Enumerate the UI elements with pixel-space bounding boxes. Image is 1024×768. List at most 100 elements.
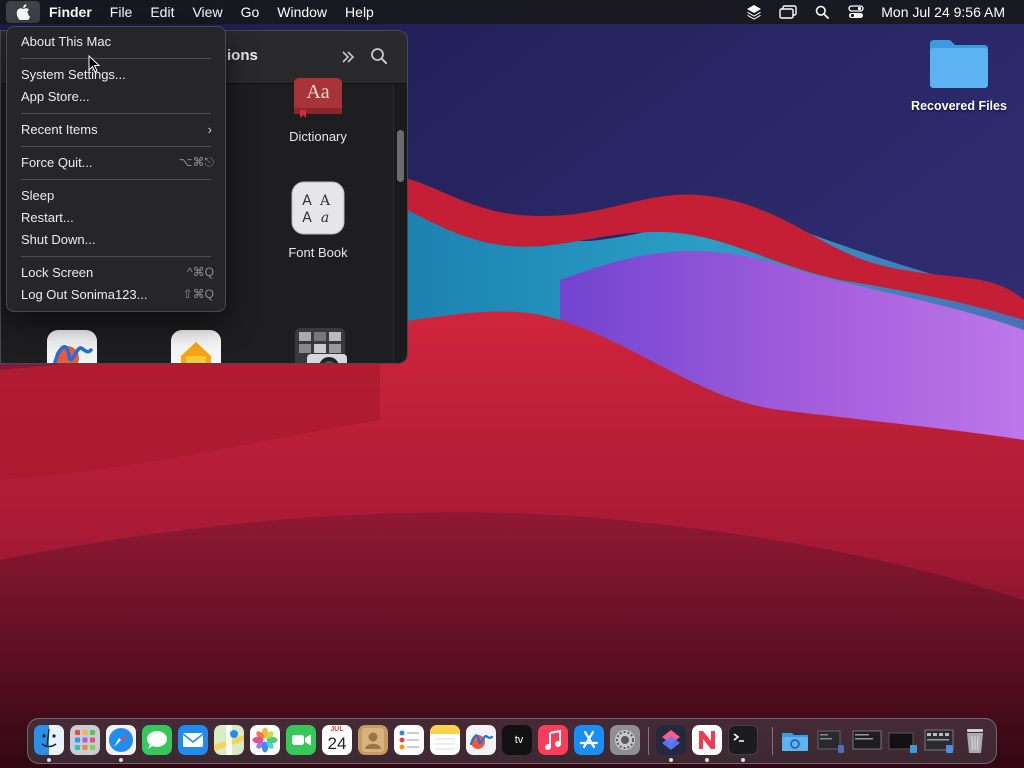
running-indicator <box>669 758 673 762</box>
shortcuts-icon[interactable] <box>656 725 686 755</box>
menu-item-label: Shut Down... <box>21 232 96 247</box>
menu-shortcut: ^⌘Q <box>187 265 214 279</box>
menu-item-label: Restart... <box>21 210 74 225</box>
screens-icon[interactable] <box>771 0 805 24</box>
menu-shortcut: ⌥⌘⎋ <box>178 155 214 169</box>
font-book-icon: A A A a <box>291 181 345 235</box>
reminders-icon[interactable] <box>394 725 424 755</box>
menu-item-restart[interactable]: Restart... <box>12 207 220 228</box>
menu-item-label: Sleep <box>21 188 55 203</box>
calendar-icon[interactable]: JUL 24 <box>322 725 352 755</box>
contacts-icon[interactable] <box>358 725 388 755</box>
terminal-icon[interactable] <box>728 725 758 755</box>
app-image-capture[interactable] <box>265 328 375 363</box>
menu-go[interactable]: Go <box>232 0 269 24</box>
apple-tv-label: tv <box>514 734 524 746</box>
launchpad-icon[interactable] <box>70 725 100 755</box>
finder-search-icon[interactable] <box>369 46 389 66</box>
desktop-folder-recovered-files[interactable]: Recovered Files <box>905 36 1013 113</box>
running-indicator <box>741 758 745 762</box>
finder-scrollbar[interactable] <box>393 84 407 363</box>
menu-app-name[interactable]: Finder <box>40 0 101 24</box>
menu-item-label: Log Out Sonima123... <box>21 287 148 302</box>
finder-title: ions <box>227 47 258 64</box>
layers-icon[interactable] <box>737 0 771 24</box>
calendar-day: 24 <box>327 734 347 753</box>
control-center-icon[interactable] <box>839 0 873 24</box>
app-store-icon[interactable] <box>574 725 604 755</box>
search-icon[interactable] <box>805 0 839 24</box>
apple-menu: About This Mac System Settings... App St… <box>6 26 226 312</box>
svg-text:A: A <box>302 210 312 226</box>
menu-item-app-store[interactable]: App Store... <box>12 86 220 107</box>
menu-edit[interactable]: Edit <box>141 0 183 24</box>
freeform-icon[interactable] <box>466 725 496 755</box>
dock-separator <box>648 727 649 755</box>
scrollbar-thumb[interactable] <box>397 130 404 182</box>
apple-tv-icon[interactable]: tv <box>502 725 532 755</box>
menu-shortcut: ⇧⌘Q <box>182 287 214 301</box>
messages-icon[interactable] <box>142 725 172 755</box>
menu-help[interactable]: Help <box>336 0 383 24</box>
notes-icon[interactable] <box>430 725 460 755</box>
music-icon[interactable] <box>538 725 568 755</box>
menu-item-label: About This Mac <box>21 34 112 49</box>
system-settings-icon[interactable] <box>610 725 640 755</box>
safari-icon[interactable] <box>106 725 136 755</box>
menu-item-system-settings[interactable]: System Settings... <box>12 64 220 85</box>
facetime-icon[interactable] <box>286 725 316 755</box>
toolbar-overflow-icon[interactable] <box>338 47 358 67</box>
maps-icon[interactable] <box>214 725 244 755</box>
menu-item-label: System Settings... <box>21 67 126 82</box>
menu-item-force-quit[interactable]: Force Quit... ⌥⌘⎋ <box>12 152 220 173</box>
menu-item-shut-down[interactable]: Shut Down... <box>12 229 220 250</box>
menu-view[interactable]: View <box>183 0 231 24</box>
menu-window[interactable]: Window <box>268 0 336 24</box>
news-icon[interactable] <box>692 725 722 755</box>
menu-item-label: Recent Items <box>21 122 98 137</box>
dock: JUL 24 tv <box>27 718 997 764</box>
menu-file[interactable]: File <box>101 0 142 24</box>
menubar-clock[interactable]: Mon Jul 24 9:56 AM <box>873 4 1024 20</box>
mail-icon[interactable] <box>178 725 208 755</box>
photos-icon[interactable] <box>250 725 280 755</box>
menu-separator <box>21 256 211 257</box>
downloads-folder-icon[interactable] <box>780 725 810 755</box>
menu-item-sleep[interactable]: Sleep <box>12 185 220 206</box>
menu-item-label: App Store... <box>21 89 90 104</box>
desktop-folder-label: Recovered Files <box>911 99 1007 113</box>
window-thumb-3-icon[interactable] <box>888 725 918 755</box>
menu-separator <box>21 179 211 180</box>
menu-separator <box>21 113 211 114</box>
menu-separator <box>21 146 211 147</box>
svg-text:A: A <box>319 193 331 209</box>
app-home[interactable] <box>141 328 251 363</box>
status-area: Mon Jul 24 9:56 AM <box>737 0 1024 24</box>
mouse-cursor-icon <box>88 55 100 73</box>
finder-icon[interactable] <box>34 725 64 755</box>
app-label: Dictionary <box>289 129 347 144</box>
menu-separator <box>21 58 211 59</box>
trash-icon[interactable] <box>960 725 990 755</box>
app-label: Font Book <box>288 245 348 260</box>
chevron-right-icon: › <box>207 122 212 137</box>
running-indicator <box>705 758 709 762</box>
window-thumb-4-icon[interactable] <box>924 725 954 755</box>
apple-menu-button[interactable] <box>6 1 40 23</box>
calendar-month: JUL <box>330 726 344 733</box>
app-dictionary[interactable]: Aa Dictionary <box>263 78 373 144</box>
dock-separator <box>772 727 773 755</box>
window-thumb-1-icon[interactable] <box>816 725 846 755</box>
menu-item-label: Force Quit... <box>21 155 93 170</box>
menu-item-about-this-mac[interactable]: About This Mac <box>12 31 220 52</box>
svg-text:A: A <box>302 193 312 209</box>
home-icon <box>171 330 221 363</box>
app-font-book[interactable]: A A A a Font Book <box>263 180 373 260</box>
window-thumb-2-icon[interactable] <box>852 725 882 755</box>
menu-item-log-out[interactable]: Log Out Sonima123... ⇧⌘Q <box>12 284 220 305</box>
app-freeform[interactable] <box>17 328 127 363</box>
menu-item-lock-screen[interactable]: Lock Screen ^⌘Q <box>12 262 220 283</box>
freeform-icon <box>47 330 97 363</box>
menu-bar: Finder File Edit View Go Window Help Mon… <box>0 0 1024 24</box>
menu-item-recent-items[interactable]: Recent Items › <box>12 119 220 140</box>
